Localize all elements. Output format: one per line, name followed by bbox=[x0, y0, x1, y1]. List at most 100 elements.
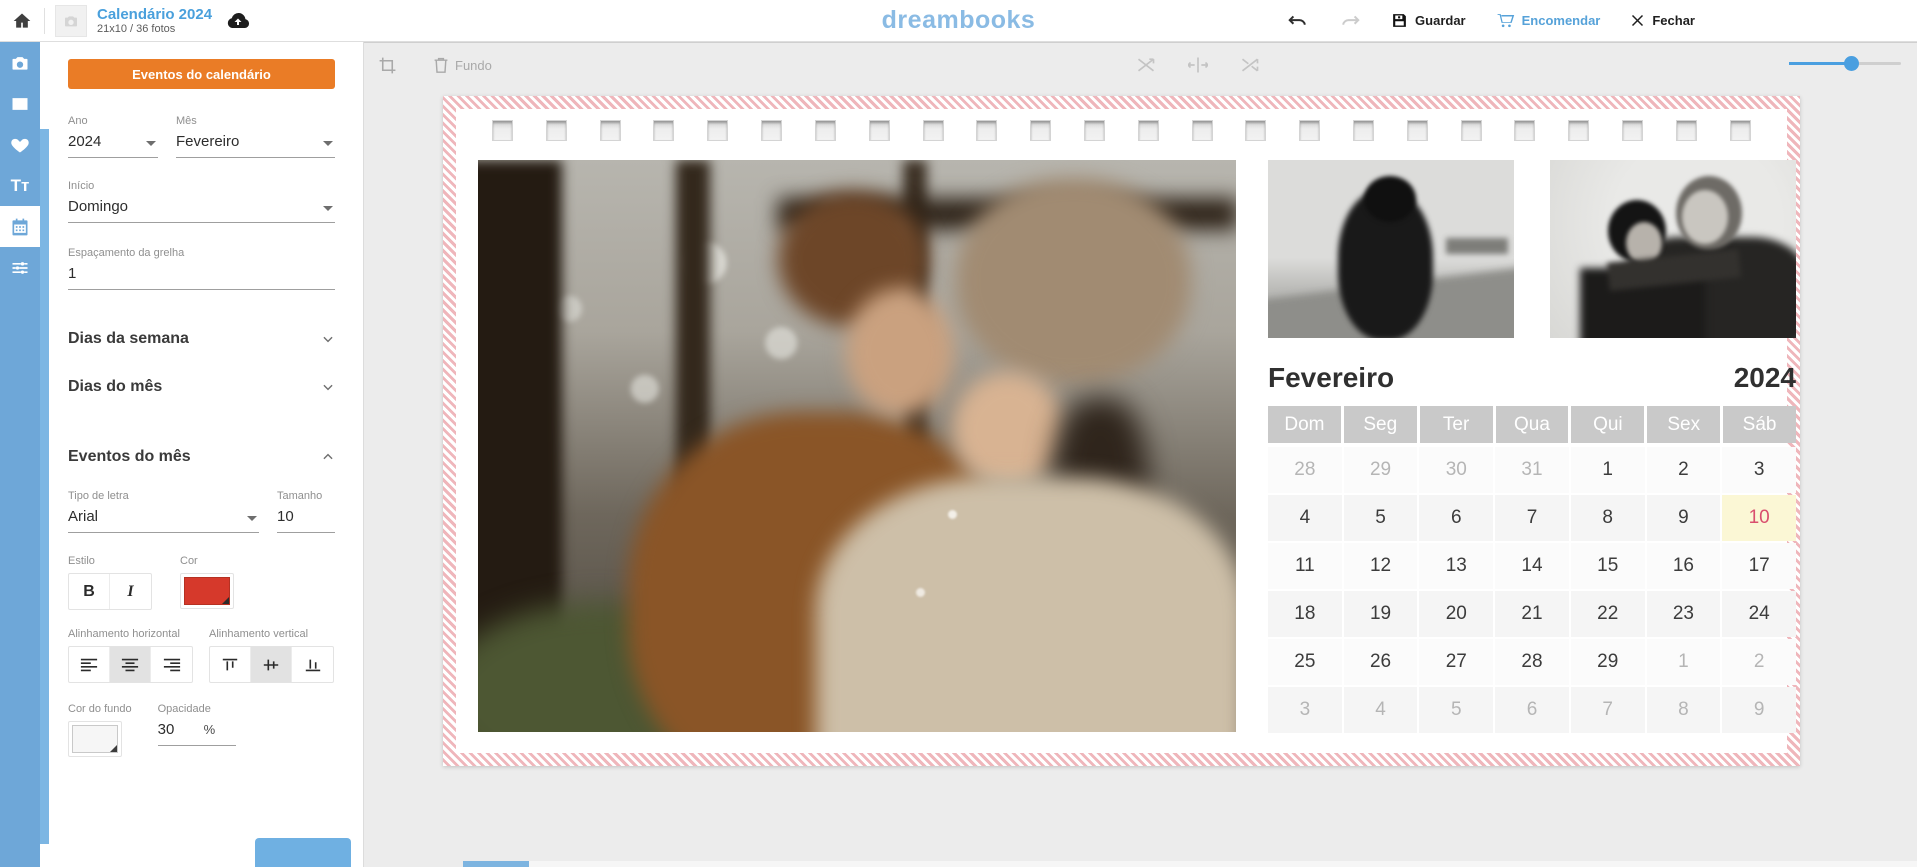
italic-button[interactable]: I bbox=[110, 574, 151, 609]
horizontal-scrollbar[interactable] bbox=[463, 861, 1917, 867]
main-photo[interactable] bbox=[478, 160, 1236, 732]
calendar-day-cell: 9 bbox=[1722, 687, 1796, 733]
rail-item-calendar[interactable] bbox=[0, 206, 40, 247]
close-icon bbox=[1630, 13, 1645, 28]
apply-button[interactable] bbox=[255, 838, 351, 867]
photo-shape bbox=[1682, 190, 1728, 244]
calendar-day-cell: 12 bbox=[1344, 543, 1418, 589]
font-color-group: Cor bbox=[180, 555, 234, 610]
delete-background-button[interactable]: Fundo bbox=[433, 56, 492, 74]
bold-button[interactable]: B bbox=[69, 574, 110, 609]
horizontal-scrollbar-thumb[interactable] bbox=[463, 861, 529, 867]
shuffle-icon bbox=[1240, 56, 1260, 74]
font-family-select[interactable]: Tipo de letra Arial bbox=[68, 490, 259, 533]
font-color-label: Cor bbox=[180, 555, 234, 567]
year-select[interactable]: Ano 2024 bbox=[68, 115, 158, 158]
calendar-day-cell: 5 bbox=[1419, 687, 1493, 733]
binding-hole bbox=[1138, 120, 1159, 141]
bg-color-picker[interactable] bbox=[68, 721, 122, 757]
dreambooks-logo: dreambooks bbox=[882, 6, 1036, 35]
align-left-button[interactable] bbox=[69, 647, 110, 682]
calendar-icon bbox=[10, 217, 30, 237]
font-size-input[interactable] bbox=[277, 508, 335, 525]
align-bottom-button[interactable] bbox=[292, 647, 333, 682]
shuffle-button[interactable] bbox=[1240, 56, 1260, 74]
calendar-day-cell: 17 bbox=[1722, 543, 1796, 589]
align-middle-button[interactable] bbox=[251, 647, 292, 682]
panel-scrollbar[interactable] bbox=[40, 129, 49, 844]
calendar-day-grid[interactable]: 2829303112345678910111213141516171819202… bbox=[1268, 447, 1796, 733]
month-select[interactable]: Mês Fevereiro bbox=[176, 115, 335, 158]
calendar-day-cell: 1 bbox=[1571, 447, 1645, 493]
binding-hole bbox=[1299, 120, 1320, 141]
flip-horizontal-icon bbox=[1188, 56, 1208, 74]
calendar-day-cell: 9 bbox=[1647, 495, 1721, 541]
calendar-title[interactable]: Fevereiro 2024 bbox=[1268, 362, 1796, 394]
photo-shape bbox=[948, 510, 957, 519]
align-center-icon bbox=[121, 657, 139, 673]
rail-item-layouts[interactable] bbox=[0, 83, 40, 124]
small-photo-2[interactable] bbox=[1550, 160, 1796, 338]
cloud-sync-button[interactable] bbox=[226, 9, 250, 33]
fold-corner-icon bbox=[110, 745, 117, 752]
align-right-button[interactable] bbox=[151, 647, 192, 682]
undo-button[interactable] bbox=[1287, 10, 1309, 32]
calendar-day-cell: 28 bbox=[1268, 447, 1342, 493]
binding-hole bbox=[869, 120, 890, 141]
photo-shape bbox=[952, 372, 1064, 487]
project-thumbnail[interactable] bbox=[55, 5, 87, 37]
calendar-day-cell: 26 bbox=[1344, 639, 1418, 685]
binding-hole bbox=[1030, 120, 1051, 141]
binding-hole bbox=[1245, 120, 1266, 141]
opacity-unit: % bbox=[204, 722, 216, 745]
font-color-picker[interactable] bbox=[180, 573, 234, 609]
font-family-value: Arial bbox=[68, 502, 259, 533]
order-button[interactable]: Encomendar bbox=[1496, 11, 1601, 30]
opacity-label: Opacidade bbox=[158, 703, 236, 715]
calendar-page[interactable]: Fevereiro 2024 DomSegTerQuaQuiSexSáb 282… bbox=[443, 96, 1800, 766]
fold-corner-icon bbox=[222, 597, 229, 604]
align-right-icon bbox=[163, 657, 181, 673]
binding-hole bbox=[600, 120, 621, 141]
rail-item-photos[interactable] bbox=[0, 42, 40, 83]
photo-shape bbox=[916, 588, 925, 597]
home-button[interactable] bbox=[0, 11, 44, 31]
section-monthdays[interactable]: Dias do mês bbox=[68, 378, 335, 396]
small-photo-1[interactable] bbox=[1268, 160, 1514, 338]
calendar-year: 2024 bbox=[1734, 362, 1796, 394]
calendar-day-cell: 2 bbox=[1722, 639, 1796, 685]
crop-button[interactable] bbox=[378, 56, 397, 75]
start-day-select[interactable]: Início Domingo bbox=[68, 180, 335, 223]
calendar-day-cell: 7 bbox=[1495, 495, 1569, 541]
binding-holes bbox=[478, 120, 1765, 141]
align-center-button[interactable] bbox=[110, 647, 151, 682]
canvas-toolbar: Fundo bbox=[364, 43, 1917, 87]
close-button[interactable]: Fechar bbox=[1630, 13, 1695, 28]
swap-photos-button[interactable] bbox=[1136, 56, 1156, 74]
calendar-day-cell: 29 bbox=[1344, 447, 1418, 493]
rail-item-adjustments[interactable] bbox=[0, 247, 40, 288]
rail-item-text[interactable]: Tт bbox=[0, 165, 40, 206]
top-header: Calendário 2024 21x10 / 36 fotos dreambo… bbox=[0, 0, 1917, 42]
tool-rail: Tт bbox=[0, 42, 40, 867]
section-weekdays[interactable]: Dias da semana bbox=[68, 330, 335, 348]
calendar-day-cell: 11 bbox=[1268, 543, 1342, 589]
opacity-input[interactable] bbox=[158, 715, 198, 745]
font-family-label: Tipo de letra bbox=[68, 490, 259, 502]
zoom-slider-thumb[interactable] bbox=[1844, 56, 1859, 71]
camera-icon bbox=[10, 53, 30, 73]
grid-spacing-input[interactable] bbox=[68, 265, 335, 282]
zoom-slider[interactable] bbox=[1789, 62, 1901, 65]
align-top-button[interactable] bbox=[210, 647, 251, 682]
save-button[interactable]: Guardar bbox=[1391, 12, 1466, 29]
calendar-events-button[interactable]: Eventos do calendário bbox=[68, 59, 335, 89]
section-events[interactable]: Eventos do mês bbox=[68, 448, 335, 466]
calendar-day-cell: 6 bbox=[1495, 687, 1569, 733]
rail-item-favorites[interactable] bbox=[0, 124, 40, 165]
binding-hole bbox=[976, 120, 997, 141]
calendar-day-cell: 31 bbox=[1495, 447, 1569, 493]
redo-button[interactable] bbox=[1339, 10, 1361, 32]
binding-hole bbox=[923, 120, 944, 141]
flip-horizontal-button[interactable] bbox=[1188, 56, 1208, 74]
chevron-down-icon bbox=[321, 332, 335, 346]
